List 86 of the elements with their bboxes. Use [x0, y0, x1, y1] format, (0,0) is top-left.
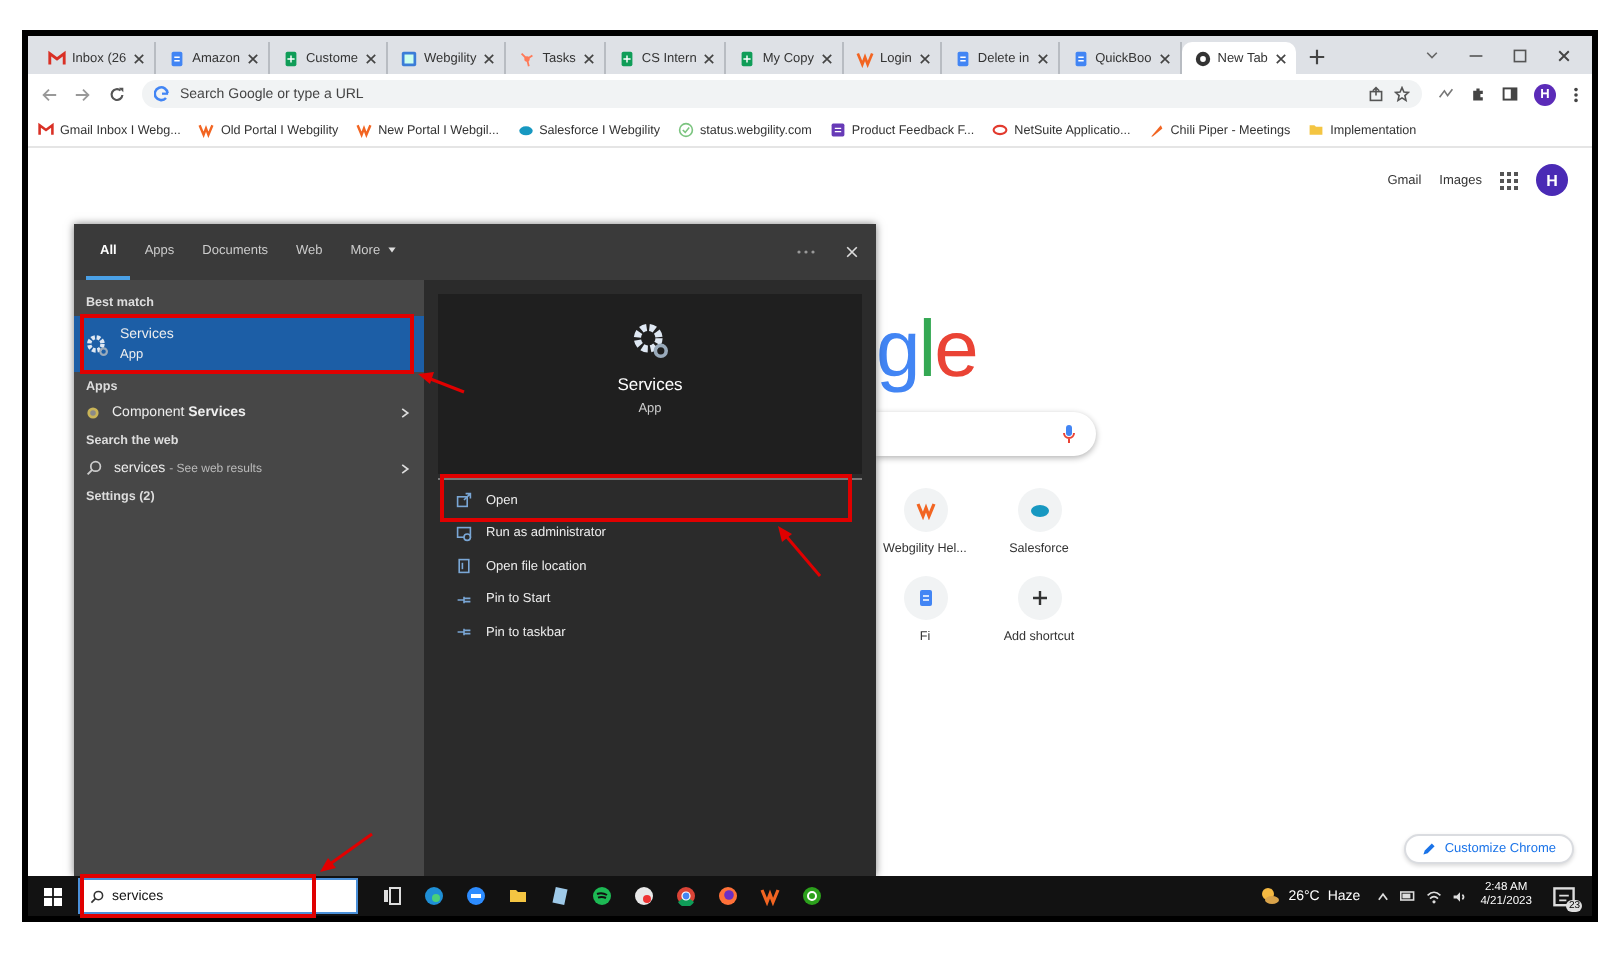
notification-icon[interactable] [1552, 886, 1576, 910]
annotation-arrow [778, 526, 822, 577]
close-icon[interactable] [1035, 51, 1050, 65]
caret-icon [386, 244, 399, 256]
chevron-icon [398, 406, 412, 420]
favicon-icon [168, 49, 187, 67]
check-circle-icon [678, 122, 694, 138]
pencil-icon [1422, 842, 1437, 856]
microphone-icon[interactable] [1062, 424, 1076, 444]
favicon-icon [281, 49, 300, 67]
favicon-icon [399, 49, 418, 67]
task-view-icon[interactable] [382, 886, 402, 906]
form-icon [829, 122, 846, 138]
chevron-up-icon[interactable] [1376, 889, 1391, 903]
forward-icon[interactable] [74, 85, 92, 103]
cloud-icon [1029, 500, 1049, 520]
logo: gle [876, 310, 977, 390]
start-icon[interactable] [44, 887, 62, 905]
admin-icon [456, 525, 472, 542]
wifi-icon[interactable] [1426, 889, 1443, 903]
video-call-icon[interactable] [466, 886, 486, 906]
browser-icon[interactable] [424, 886, 444, 906]
search-engine-icon [154, 86, 170, 102]
app-icon[interactable] [802, 886, 822, 906]
reload-icon[interactable] [108, 85, 126, 103]
favicon-icon [953, 49, 972, 67]
volume-icon[interactable] [1452, 889, 1469, 903]
maximize-icon[interactable] [1512, 47, 1528, 63]
close-icon[interactable] [702, 51, 717, 65]
star-icon[interactable] [1394, 86, 1410, 102]
pin-icon [456, 624, 472, 641]
annotation-arrow [320, 832, 373, 872]
logo-icon [915, 500, 935, 520]
more-icon[interactable] [796, 248, 816, 256]
mail-icon [38, 122, 54, 138]
app-title: Services [617, 374, 683, 394]
weather-icon[interactable] [1260, 886, 1281, 906]
close-icon[interactable] [363, 51, 378, 65]
app-icon [86, 406, 100, 420]
gear-icon [86, 333, 108, 355]
logo-icon [356, 122, 373, 138]
close-icon[interactable] [1157, 51, 1172, 65]
profile-avatar[interactable]: H [1536, 164, 1568, 196]
favicon-icon [48, 49, 66, 67]
search-icon [86, 460, 102, 476]
close-icon[interactable] [482, 51, 497, 65]
favicon-icon [518, 49, 537, 67]
close-icon[interactable] [581, 51, 596, 65]
logo-icon [198, 122, 215, 138]
search-icon [90, 889, 104, 903]
folder-icon[interactable] [508, 886, 528, 906]
plus-icon[interactable] [1307, 48, 1326, 66]
favicon-icon [1193, 49, 1212, 67]
close-icon[interactable] [820, 51, 834, 65]
apps-grid-icon[interactable] [1500, 171, 1518, 189]
browser-icon[interactable] [676, 886, 696, 906]
puzzle-icon[interactable] [1470, 86, 1486, 102]
logo-icon[interactable] [760, 886, 780, 906]
close-icon[interactable] [1556, 47, 1572, 63]
side-panel-icon[interactable] [1502, 86, 1518, 102]
favicon-icon [856, 49, 874, 67]
gear-icon [632, 322, 668, 358]
caret-icon[interactable] [1424, 47, 1440, 63]
annotation-arrow [418, 372, 465, 394]
oval-icon [992, 122, 1009, 138]
file-icon [456, 558, 472, 575]
folder-icon [1308, 122, 1325, 138]
share-icon[interactable] [1368, 86, 1384, 102]
close-icon[interactable] [917, 51, 932, 65]
battery-icon[interactable] [1400, 890, 1417, 902]
close-icon[interactable] [1273, 51, 1288, 65]
plus-icon [1029, 588, 1049, 608]
favicon-icon [617, 49, 636, 67]
music-icon[interactable] [592, 886, 612, 906]
back-icon[interactable] [40, 85, 58, 103]
close-icon[interactable] [132, 51, 147, 65]
document-icon [915, 588, 935, 608]
close-icon[interactable] [245, 51, 260, 65]
notepad-icon[interactable] [550, 886, 570, 906]
cloud-icon [517, 122, 534, 138]
pin-icon [456, 591, 472, 608]
open-icon [456, 492, 472, 509]
chevron-icon [398, 461, 412, 475]
favicon-icon [738, 49, 757, 67]
favicon-icon [1071, 49, 1090, 67]
more-icon[interactable] [1572, 85, 1580, 103]
